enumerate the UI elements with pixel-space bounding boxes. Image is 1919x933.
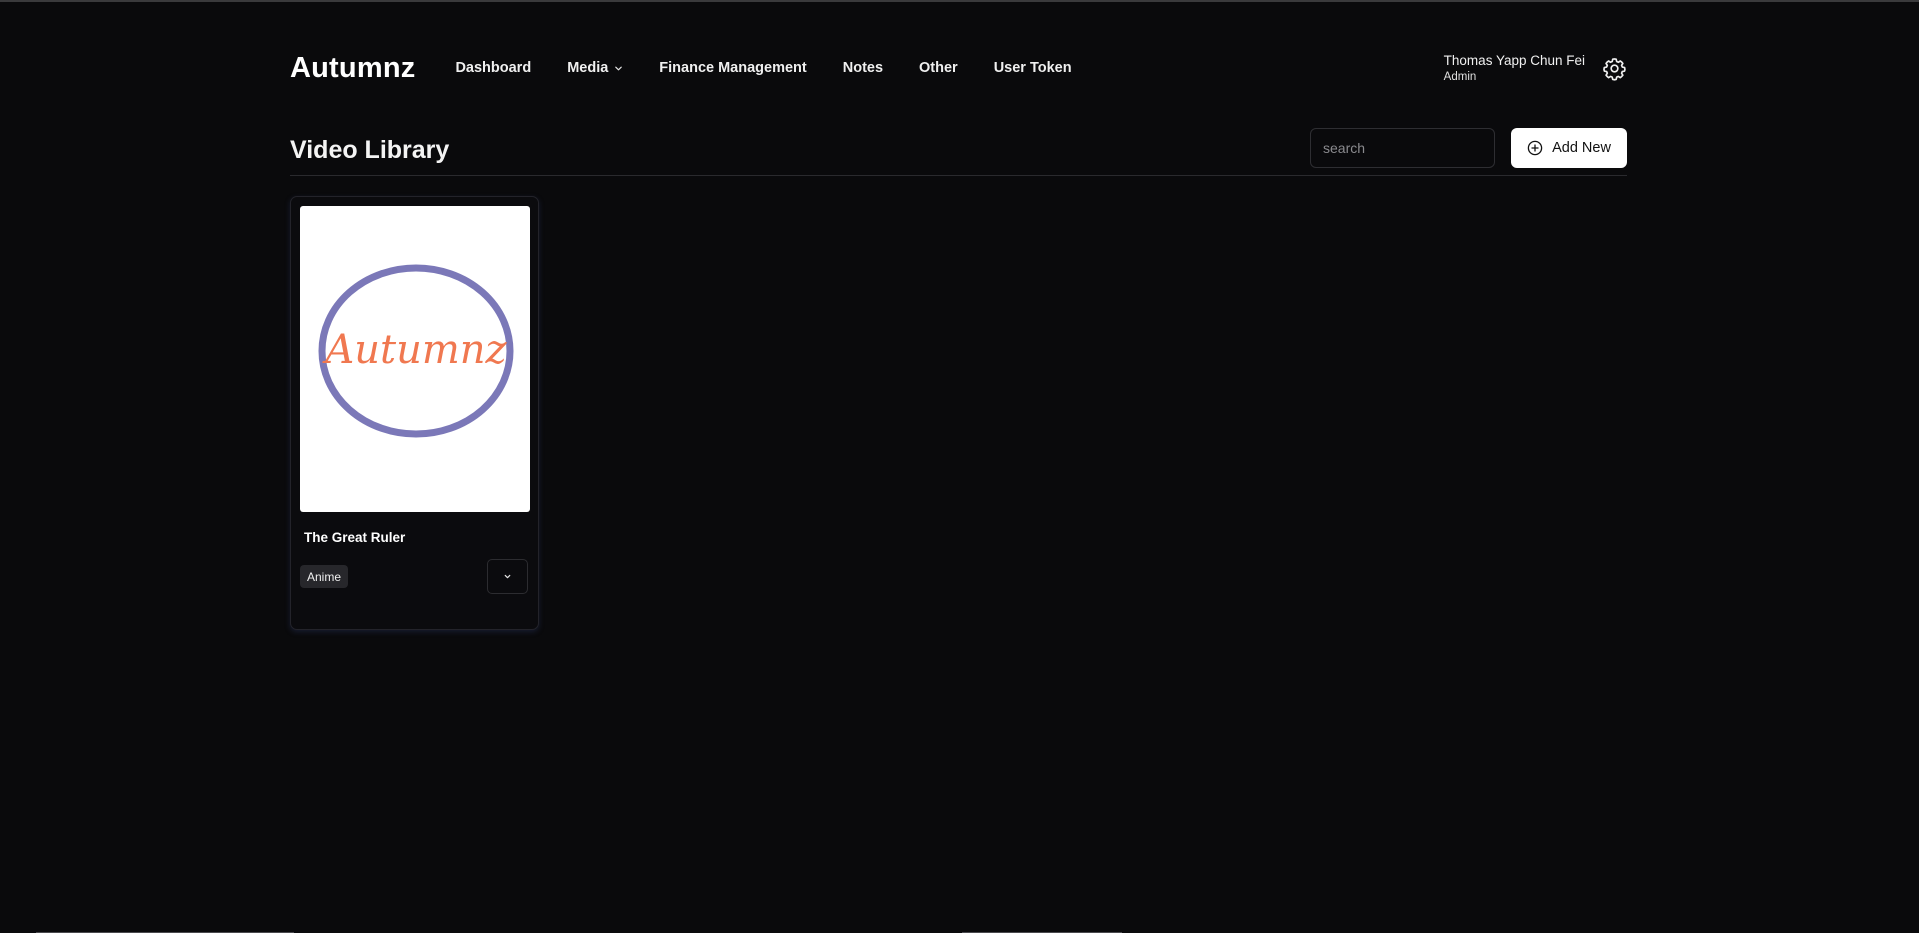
plus-circle-icon [1527, 140, 1543, 156]
gear-icon[interactable] [1602, 56, 1627, 81]
top-header: Autumnz Dashboard Media Finance Manageme… [290, 44, 1627, 92]
video-title[interactable]: The Great Ruler [304, 530, 405, 545]
user-role: Admin [1443, 71, 1477, 83]
chevron-down-icon [615, 66, 623, 70]
add-new-label: Add New [1552, 140, 1611, 156]
main-nav: Dashboard Media Finance Management Notes… [455, 60, 1107, 76]
user-menu: Thomas Yapp Chun Fei Admin [1444, 53, 1627, 83]
nav-item-user-token[interactable]: User Token [994, 60, 1072, 76]
nav-item-finance-management[interactable]: Finance Management [659, 60, 806, 76]
autumnz-logo-image: Autumnz [318, 264, 514, 438]
library-toolbar: Video Library Add New [290, 126, 1627, 176]
chevron-down-icon [504, 574, 511, 579]
brand-logo[interactable]: Autumnz [290, 52, 415, 85]
page-title: Video Library [290, 136, 450, 164]
thumbnail-logo-text: Autumnz [321, 327, 507, 373]
nav-item-dashboard[interactable]: Dashboard [455, 60, 531, 76]
nav-item-media-label: Media [567, 60, 609, 76]
nav-item-notes[interactable]: Notes [843, 60, 883, 76]
genre-badge: Anime [300, 565, 349, 588]
add-new-button[interactable]: Add New [1511, 128, 1627, 168]
nav-item-other[interactable]: Other [919, 60, 958, 76]
nav-item-media[interactable]: Media [567, 60, 623, 76]
search-input[interactable] [1310, 128, 1495, 168]
user-info: Thomas Yapp Chun Fei Admin [1444, 53, 1585, 83]
user-name: Thomas Yapp Chun Fei [1443, 53, 1585, 68]
video-card[interactable]: Autumnz The Great Ruler Anime [290, 196, 539, 630]
card-options-button[interactable] [487, 559, 528, 594]
video-thumbnail[interactable]: Autumnz [300, 206, 530, 512]
